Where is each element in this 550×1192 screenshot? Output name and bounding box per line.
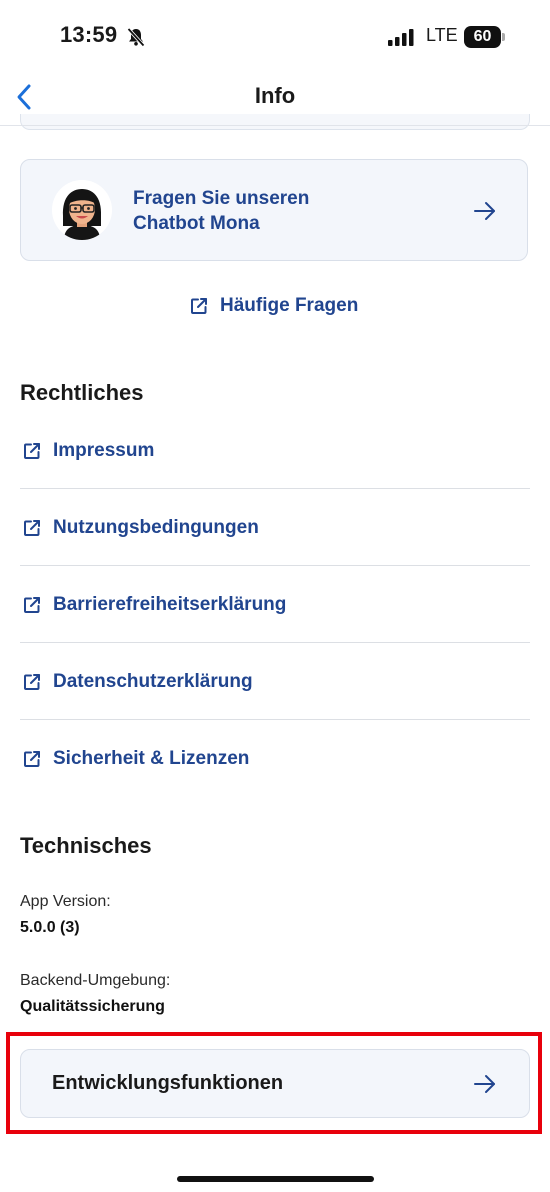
arrow-right-icon	[474, 1075, 495, 1093]
legal-item-label: Sicherheit & Lizenzen	[53, 747, 250, 769]
page-title: Info	[254, 83, 296, 108]
status-time: 13:59	[60, 22, 118, 47]
external-link-icon	[24, 519, 40, 536]
legal-item-label: Nutzungsbedingungen	[53, 516, 259, 538]
battery-level: 60	[473, 28, 492, 45]
home-indicator[interactable]	[177, 1176, 374, 1182]
legal-item-label: Impressum	[53, 439, 155, 461]
legal-item-impressum[interactable]: Impressum	[20, 412, 530, 489]
chatbot-card[interactable]: Fragen Sie unseren Chatbot Mona	[20, 159, 528, 261]
legal-item-label: Barrierefreiheitserklärung	[53, 593, 287, 615]
external-link-icon	[24, 673, 40, 690]
external-link-icon	[24, 596, 40, 613]
chatbot-avatar	[52, 180, 112, 240]
faq-link-label: Häufige Fragen	[220, 295, 359, 316]
external-link-icon	[191, 298, 207, 314]
chatbot-text-line2: Chatbot Mona	[133, 213, 260, 234]
bell-muted-icon	[127, 27, 145, 47]
nav-divider	[0, 125, 550, 126]
app-version-value: 5.0.0 (3)	[20, 919, 80, 936]
developer-functions-button[interactable]: Entwicklungsfunktionen	[20, 1049, 530, 1118]
developer-functions-label: Entwicklungsfunktionen	[52, 1072, 284, 1094]
chatbot-text: Fragen Sie unseren Chatbot Mona	[133, 186, 433, 236]
previous-card-edge	[20, 114, 530, 130]
backend-value: Qualitätssicherung	[20, 998, 165, 1015]
cellular-signal-icon	[388, 29, 414, 46]
faq-link[interactable]: Häufige Fragen	[190, 292, 358, 320]
arrow-right-icon	[474, 202, 495, 220]
external-link-icon	[24, 750, 40, 767]
legal-item-datenschutzerklaerung[interactable]: Datenschutzerklärung	[20, 643, 530, 720]
legal-section-title: Rechtliches	[20, 380, 144, 405]
external-link-icon	[24, 442, 40, 459]
chatbot-avatar-image	[52, 180, 112, 240]
legal-item-sicherheit-lizenzen[interactable]: Sicherheit & Lizenzen	[20, 720, 530, 797]
network-type: LTE	[426, 25, 458, 45]
legal-item-nutzungsbedingungen[interactable]: Nutzungsbedingungen	[20, 489, 530, 566]
app-version-label: App Version:	[20, 893, 111, 910]
chatbot-text-line1: Fragen Sie unseren	[133, 188, 310, 209]
legal-item-label: Datenschutzerklärung	[53, 670, 253, 692]
technical-section-title: Technisches	[20, 833, 152, 858]
battery-icon: 60	[464, 26, 506, 48]
backend-label: Backend-Umgebung:	[20, 972, 171, 989]
legal-item-barrierefreiheitserklaerung[interactable]: Barrierefreiheitserklärung	[20, 566, 530, 643]
